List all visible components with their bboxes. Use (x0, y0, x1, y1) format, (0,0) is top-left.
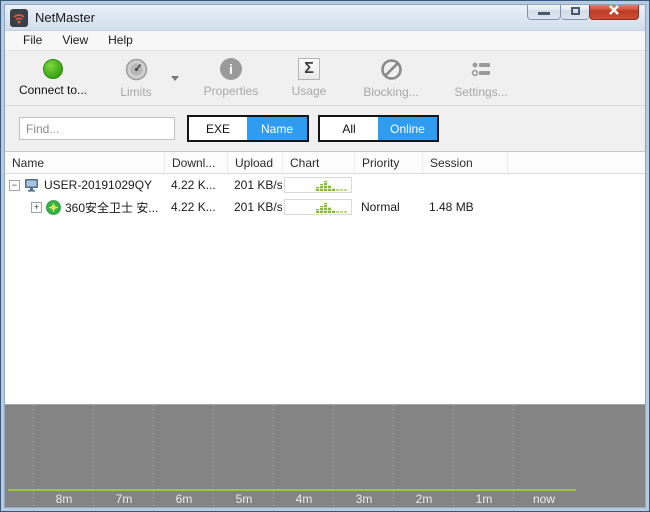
graph-time-label: 7m (116, 492, 133, 506)
table-row[interactable]: − USER-20191029QY 4.22 K... 201 KB/s (5, 174, 645, 196)
toggle-online[interactable]: Online (378, 117, 437, 140)
properties-button[interactable]: i Properties (193, 58, 269, 98)
row-download: 4.22 K... (164, 178, 227, 192)
menu-file[interactable]: File (13, 31, 52, 50)
toolbar: Connect to... Limits i Properties Σ Usag… (5, 51, 645, 106)
limits-dropdown-button[interactable] (165, 58, 185, 98)
filter-bar: EXE Name All Online (5, 106, 645, 152)
row-upload: 201 KB/s (227, 200, 282, 214)
graph-time-label: now (533, 492, 555, 506)
close-icon (608, 5, 620, 15)
graph-time-label: 8m (56, 492, 73, 506)
row-session: 1.48 MB (422, 200, 507, 214)
connect-status-icon (43, 59, 63, 79)
usage-button[interactable]: Σ Usage (283, 58, 335, 98)
toggle-exe[interactable]: EXE (189, 117, 247, 140)
graph-gridline (393, 405, 394, 507)
column-header-upload[interactable]: Upload (227, 152, 282, 173)
title-bar[interactable]: NetMaster (5, 5, 645, 31)
graph-time-label: 6m (176, 492, 193, 506)
close-button[interactable] (589, 4, 639, 20)
sigma-icon: Σ (298, 58, 320, 80)
graph-time-label: 1m (476, 492, 493, 506)
block-icon (380, 58, 403, 81)
blocking-button[interactable]: Blocking... (353, 58, 429, 99)
limits-button[interactable]: Limits (107, 58, 165, 99)
graph-time-label: 4m (296, 492, 313, 506)
info-icon: i (220, 58, 242, 80)
connect-button[interactable]: Connect to... (11, 58, 95, 97)
window-title: NetMaster (35, 10, 95, 25)
expand-expander[interactable]: + (31, 202, 42, 213)
toggle-name[interactable]: Name (247, 117, 307, 140)
column-header-chart[interactable]: Chart (282, 152, 354, 173)
netmaster-window: NetMaster File View Help Connect to... (0, 0, 650, 512)
collapse-expander[interactable]: − (9, 180, 20, 191)
column-header-download[interactable]: Downl... (164, 152, 227, 173)
table-row[interactable]: + 360安全卫士 安... 4.22 K... 201 KB/s Normal… (5, 196, 645, 218)
row-priority: Normal (354, 200, 422, 214)
client-area: NetMaster File View Help Connect to... (4, 4, 646, 508)
traffic-graph: 8m 7m 6m 5m 4m 3m 2m 1m now (5, 404, 645, 507)
360-safety-icon (46, 200, 61, 215)
find-input[interactable] (19, 117, 175, 140)
row-download: 4.22 K... (164, 200, 227, 214)
menu-bar: File View Help (5, 31, 645, 51)
graph-gridline (33, 405, 34, 507)
table-header: Name Downl... Upload Chart Priority Sess… (5, 152, 645, 174)
all-online-toggle: All Online (318, 115, 439, 142)
window-controls (527, 4, 639, 20)
graph-gridline (333, 405, 334, 507)
row-traffic-minichart (284, 177, 352, 193)
column-header-priority[interactable]: Priority (354, 152, 422, 173)
graph-gridline (453, 405, 454, 507)
column-header-session[interactable]: Session (422, 152, 507, 173)
graph-gridline (153, 405, 154, 507)
maximize-icon (571, 7, 580, 15)
minimize-icon (538, 12, 550, 15)
graph-gridline (213, 405, 214, 507)
exe-name-toggle: EXE Name (187, 115, 309, 142)
row-name: USER-20191029QY (44, 178, 152, 192)
graph-time-label: 3m (356, 492, 373, 506)
maximize-button[interactable] (561, 4, 589, 20)
column-header-name[interactable]: Name (5, 152, 164, 173)
graph-gridline (273, 405, 274, 507)
graph-time-label: 5m (236, 492, 253, 506)
chevron-down-icon (171, 76, 179, 81)
options-icon (470, 58, 493, 81)
minimize-button[interactable] (527, 4, 561, 20)
gauge-icon (125, 58, 148, 81)
menu-view[interactable]: View (52, 31, 98, 50)
graph-time-label: 2m (416, 492, 433, 506)
graph-gridline (513, 405, 514, 507)
row-traffic-minichart (284, 199, 352, 215)
computer-icon (24, 178, 40, 193)
row-upload: 201 KB/s (227, 178, 282, 192)
traffic-table: Name Downl... Upload Chart Priority Sess… (5, 152, 645, 404)
menu-help[interactable]: Help (98, 31, 143, 50)
toggle-all[interactable]: All (320, 117, 378, 140)
netmaster-app-icon (10, 9, 28, 27)
row-name: 360安全卫士 安... (65, 199, 158, 216)
graph-gridline (93, 405, 94, 507)
settings-button[interactable]: Settings... (443, 58, 519, 99)
